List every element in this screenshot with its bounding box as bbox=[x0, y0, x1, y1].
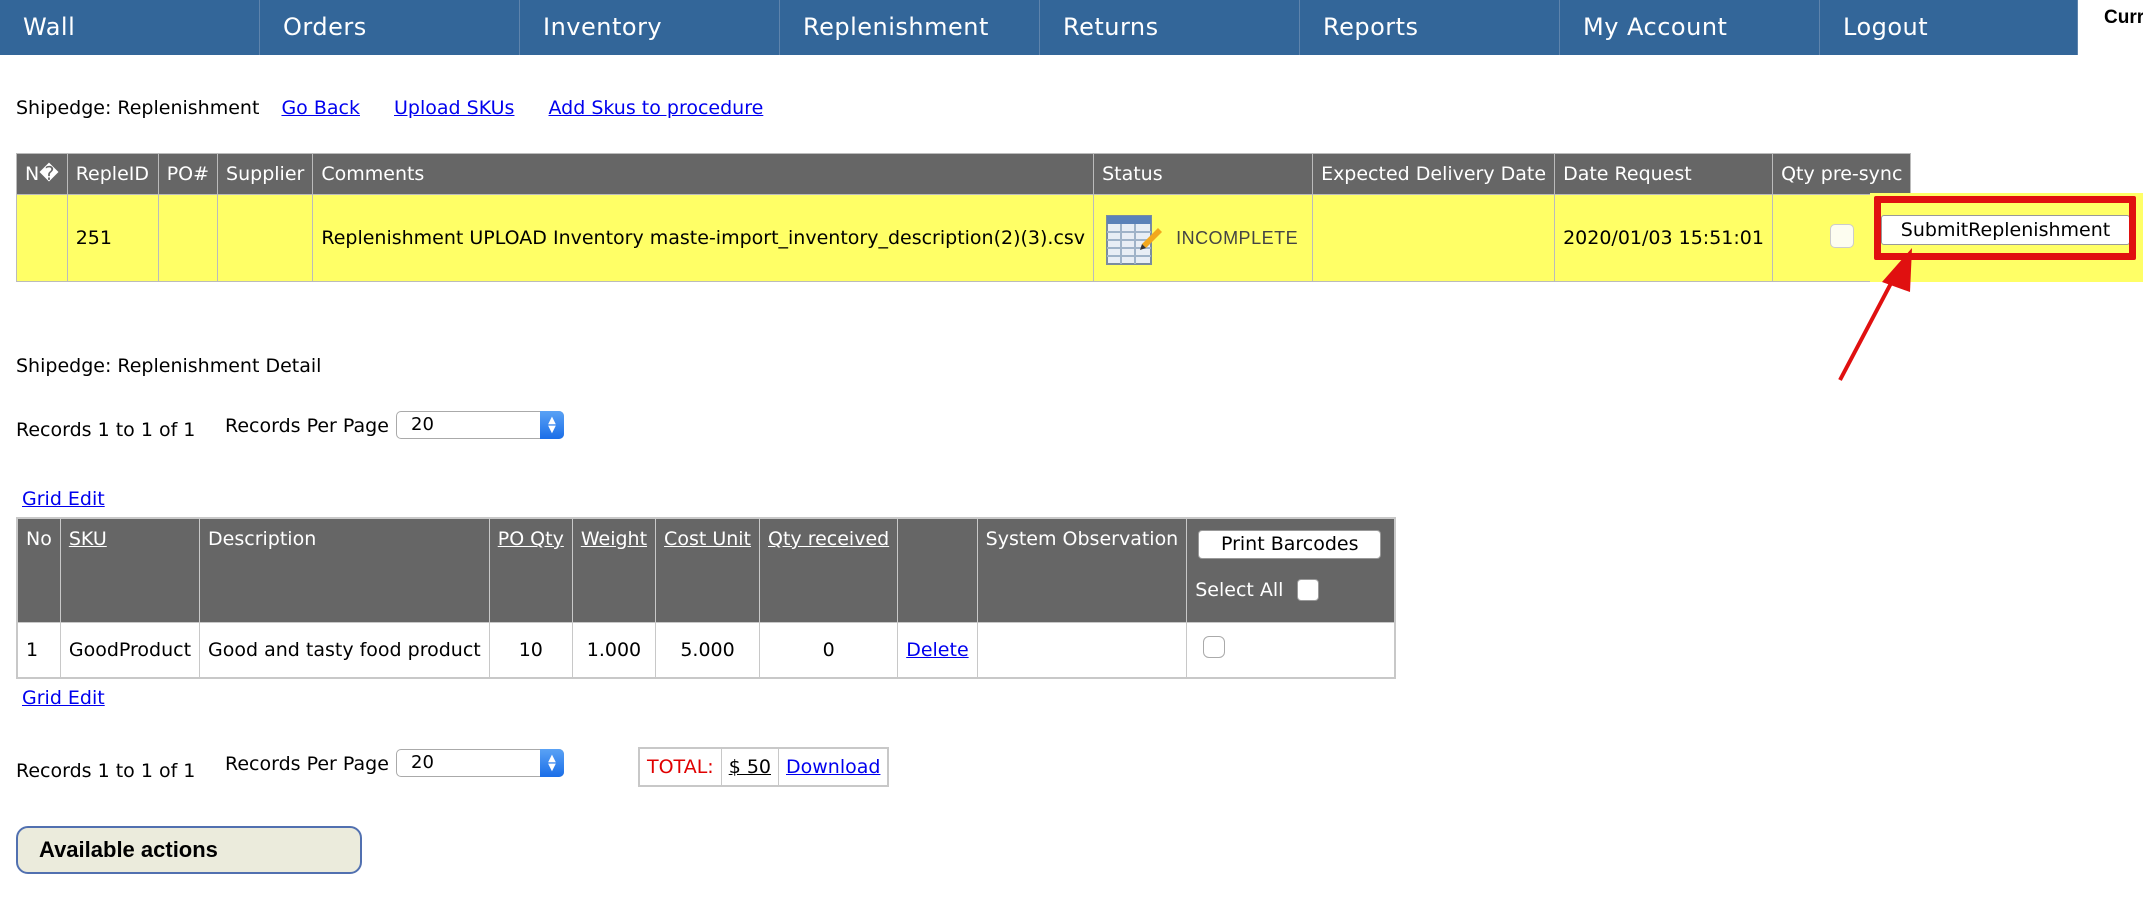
col-po-qty[interactable]: PO Qty bbox=[488, 517, 573, 623]
nav-wall[interactable]: Wall bbox=[0, 0, 260, 55]
cell-reple-id: 251 bbox=[66, 194, 159, 282]
download-cell: Download bbox=[779, 749, 887, 785]
total-box: TOTAL: $ 50 Download bbox=[638, 747, 890, 787]
grid-edit-link-top[interactable]: Grid Edit bbox=[22, 488, 105, 510]
page-title: Shipedge: Replenishment bbox=[16, 97, 260, 119]
select-all-checkbox[interactable] bbox=[1297, 579, 1320, 601]
cell-cost-unit: 5.000 bbox=[655, 621, 761, 678]
col-sku[interactable]: SKU bbox=[59, 517, 201, 623]
cell-supplier bbox=[217, 194, 314, 282]
cell-observation bbox=[976, 621, 1188, 678]
cell-po bbox=[157, 194, 219, 282]
col-status: Status bbox=[1093, 153, 1314, 195]
weight-sort-link[interactable]: Weight bbox=[581, 528, 647, 550]
col-supplier: Supplier bbox=[217, 153, 314, 195]
col-system-observation: System Observation bbox=[976, 517, 1188, 623]
cell-po-qty: 10 bbox=[488, 621, 573, 678]
total-value: $ 50 bbox=[722, 749, 779, 785]
detail-header-row: No SKU Description PO Qty Weight Cost Un… bbox=[16, 517, 1396, 623]
col-no: No bbox=[16, 517, 61, 623]
replenishment-table: N� RepleID PO# Supplier Comments Status … bbox=[16, 153, 1912, 282]
col-qty-received[interactable]: Qty received bbox=[759, 517, 899, 623]
current-user-label: Curr bbox=[2104, 7, 2143, 28]
sku-sort-link[interactable]: SKU bbox=[69, 528, 107, 550]
col-comments: Comments bbox=[312, 153, 1095, 195]
cell-qty-received: 0 bbox=[759, 621, 899, 678]
cell-n bbox=[16, 194, 68, 282]
select-arrows-icon: ▲ ▼ bbox=[540, 411, 564, 439]
col-actions bbox=[897, 517, 978, 623]
col-reple-id: RepleID bbox=[66, 153, 159, 195]
qty-received-sort-link[interactable]: Qty received bbox=[768, 528, 889, 550]
records-per-page-label-bottom: Records Per Page bbox=[225, 753, 389, 775]
records-text-bottom: Records 1 to 1 of 1 bbox=[16, 760, 196, 782]
add-skus-link[interactable]: Add Skus to procedure bbox=[549, 97, 764, 119]
nav-my-account[interactable]: My Account bbox=[1560, 0, 1820, 55]
nav-orders[interactable]: Orders bbox=[260, 0, 520, 55]
nav-replenishment[interactable]: Replenishment bbox=[780, 0, 1040, 55]
cell-sku: GoodProduct bbox=[59, 621, 201, 678]
cell-delete: Delete bbox=[897, 621, 978, 678]
replenishment-header: Shipedge: Replenishment Go Back Upload S… bbox=[16, 97, 763, 119]
nav-returns[interactable]: Returns bbox=[1040, 0, 1300, 55]
detail-title: Shipedge: Replenishment Detail bbox=[16, 355, 322, 377]
col-select: Print Barcodes Select All bbox=[1186, 517, 1396, 623]
records-per-page-label-top: Records Per Page bbox=[225, 415, 389, 437]
grid-edit-link-bottom[interactable]: Grid Edit bbox=[22, 687, 105, 709]
table-row: 1 GoodProduct Good and tasty food produc… bbox=[16, 621, 1396, 678]
cell-no: 1 bbox=[16, 621, 61, 678]
cell-weight: 1.000 bbox=[571, 621, 657, 678]
cell-comments: Replenishment UPLOAD Inventory maste-imp… bbox=[312, 194, 1095, 282]
spreadsheet-status-icon bbox=[1106, 215, 1163, 265]
detail-table: No SKU Description PO Qty Weight Cost Un… bbox=[16, 517, 1396, 679]
records-text-top: Records 1 to 1 of 1 bbox=[16, 419, 196, 441]
select-all-label: Select All bbox=[1195, 579, 1284, 601]
total-label: TOTAL: bbox=[640, 749, 722, 785]
cell-select bbox=[1186, 621, 1396, 678]
nav-reports[interactable]: Reports bbox=[1300, 0, 1560, 55]
top-nav: Wall Orders Inventory Replenishment Retu… bbox=[0, 0, 2078, 55]
available-actions-button[interactable]: Available actions bbox=[16, 826, 362, 874]
records-per-page-value: 20 bbox=[411, 752, 434, 773]
select-arrows-icon: ▲ ▼ bbox=[540, 749, 564, 777]
go-back-link[interactable]: Go Back bbox=[281, 97, 360, 119]
col-cost-unit[interactable]: Cost Unit bbox=[655, 517, 761, 623]
col-description: Description bbox=[199, 517, 490, 623]
cell-status: INCOMPLETE bbox=[1093, 194, 1314, 282]
col-expected-delivery: Expected Delivery Date bbox=[1312, 153, 1556, 195]
download-link[interactable]: Download bbox=[786, 756, 880, 778]
delete-link[interactable]: Delete bbox=[906, 639, 968, 661]
col-po: PO# bbox=[157, 153, 219, 195]
status-text: INCOMPLETE bbox=[1176, 227, 1299, 248]
nav-inventory[interactable]: Inventory bbox=[520, 0, 780, 55]
cell-expected-delivery bbox=[1312, 194, 1556, 282]
records-per-page-select-bottom[interactable]: 20 ▲ ▼ bbox=[396, 749, 564, 777]
col-date-request: Date Request bbox=[1554, 153, 1774, 195]
col-n: N� bbox=[16, 153, 68, 195]
table-row: 251 Replenishment UPLOAD Inventory maste… bbox=[16, 194, 1912, 282]
print-barcodes-button[interactable]: Print Barcodes bbox=[1198, 530, 1382, 559]
cell-date-request: 2020/01/03 15:51:01 bbox=[1554, 194, 1774, 282]
records-per-page-select-top[interactable]: 20 ▲ ▼ bbox=[396, 411, 564, 439]
row-select-checkbox[interactable] bbox=[1203, 636, 1226, 658]
table-header-row: N� RepleID PO# Supplier Comments Status … bbox=[16, 153, 1912, 195]
cost-unit-sort-link[interactable]: Cost Unit bbox=[664, 528, 751, 550]
po-qty-sort-link[interactable]: PO Qty bbox=[498, 528, 564, 550]
nav-logout[interactable]: Logout bbox=[1820, 0, 2078, 55]
records-per-page-value: 20 bbox=[411, 414, 434, 435]
upload-skus-link[interactable]: Upload SKUs bbox=[394, 97, 514, 119]
arrow-annotation-icon bbox=[1838, 248, 1912, 381]
col-qty-presync: Qty pre-sync bbox=[1772, 153, 1912, 195]
col-weight[interactable]: Weight bbox=[571, 517, 657, 623]
cell-description: Good and tasty food product bbox=[199, 621, 490, 678]
